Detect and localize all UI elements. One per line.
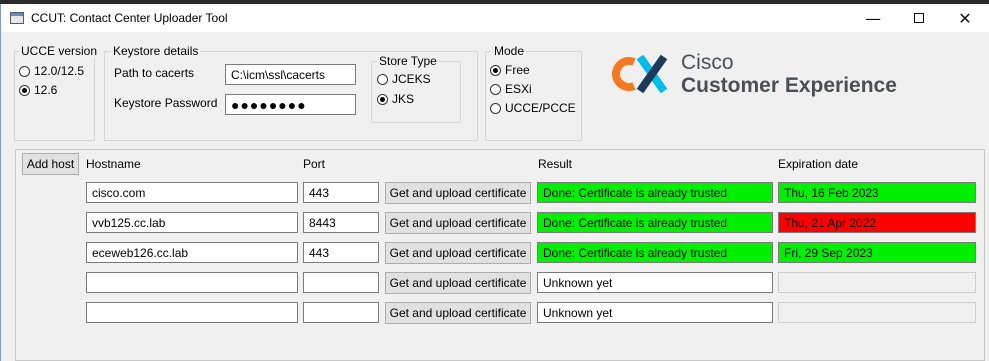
- port-input[interactable]: 443: [303, 182, 379, 203]
- radio-icon: [19, 65, 30, 77]
- minimize-button[interactable]: —: [850, 4, 896, 32]
- get-upload-certificate-button[interactable]: Get and upload certificate: [385, 242, 531, 264]
- ucce-version-option-0[interactable]: 12.0/12.5: [19, 64, 84, 78]
- radio-icon: [377, 73, 388, 85]
- radio-icon: [490, 102, 501, 114]
- get-upload-certificate-button[interactable]: Get and upload certificate: [385, 182, 531, 204]
- keystore-legend: Keystore details: [111, 44, 201, 58]
- radio-label: 12.6: [34, 83, 58, 97]
- radio-label: JKS: [392, 92, 415, 106]
- mode-option-free[interactable]: Free: [490, 63, 530, 77]
- logo-text-customer-experience: Customer Experience: [681, 74, 897, 97]
- result-field: Done: Certificate is already trusted: [537, 182, 773, 203]
- result-field: Unknown yet: [537, 302, 773, 323]
- hostname-input[interactable]: cisco.com: [86, 182, 298, 203]
- radio-checked-icon: [19, 84, 30, 96]
- mode-option-esxi[interactable]: ESXi: [490, 82, 532, 96]
- radio-checked-icon: [377, 93, 388, 105]
- radio-icon: [490, 83, 501, 95]
- get-upload-certificate-button[interactable]: Get and upload certificate: [385, 272, 531, 294]
- keystore-password-input[interactable]: ●●●●●●●●: [225, 94, 356, 115]
- header-hostname: Hostname: [86, 157, 141, 171]
- ucce-version-option-1[interactable]: 12.6: [19, 83, 57, 97]
- get-upload-certificate-button[interactable]: Get and upload certificate: [385, 212, 531, 234]
- header-port: Port: [303, 157, 326, 171]
- logo-text-cisco: Cisco: [681, 51, 734, 74]
- keystore-password-label: Keystore Password: [114, 96, 218, 110]
- port-input[interactable]: [303, 302, 379, 323]
- title-bar: CCUT: Contact Center Uploader Tool — ✕: [1, 4, 989, 32]
- hostname-input[interactable]: [86, 302, 298, 323]
- app-window: CCUT: Contact Center Uploader Tool — ✕ U…: [0, 4, 989, 361]
- port-input[interactable]: 8443: [303, 212, 379, 233]
- radio-label: ESXi: [505, 82, 532, 96]
- close-icon: ✕: [958, 8, 972, 28]
- result-field: Unknown yet: [537, 272, 773, 293]
- header-expiration: Expiration date: [778, 157, 859, 171]
- expiration-field: Thu, 21 Apr 2022: [778, 212, 976, 233]
- window-title: CCUT: Contact Center Uploader Tool: [31, 11, 228, 25]
- hostname-input[interactable]: [86, 272, 298, 293]
- store-type-option-jceks[interactable]: JCEKS: [377, 72, 431, 86]
- mode-option-ucce-pcce[interactable]: UCCE/PCCE: [490, 101, 576, 115]
- cacerts-path-label: Path to cacerts: [114, 66, 195, 80]
- close-button[interactable]: ✕: [942, 4, 988, 32]
- port-input[interactable]: 443: [303, 242, 379, 263]
- radio-checked-icon: [490, 64, 501, 76]
- hostname-input[interactable]: eceweb126.cc.lab: [86, 242, 298, 263]
- app-icon: [10, 12, 24, 24]
- get-upload-certificate-button[interactable]: Get and upload certificate: [385, 302, 531, 324]
- port-input[interactable]: [303, 272, 379, 293]
- store-type-option-jks[interactable]: JKS: [377, 92, 414, 106]
- mode-legend: Mode: [492, 44, 527, 58]
- radio-label: JCEKS: [392, 72, 431, 86]
- expiration-field: Fri, 29 Sep 2023: [778, 242, 976, 263]
- result-field: Done: Certificate is already trusted: [537, 212, 773, 233]
- radio-label: UCCE/PCCE: [505, 101, 576, 115]
- header-result: Result: [538, 157, 573, 171]
- maximize-button[interactable]: [896, 4, 942, 32]
- cacerts-path-input[interactable]: C:\icm\ssl\cacerts: [225, 64, 356, 85]
- store-type-legend: Store Type: [377, 54, 439, 68]
- expiration-field: [778, 272, 976, 293]
- radio-label: 12.0/12.5: [34, 64, 85, 78]
- result-field: Done: Certificate is already trusted: [537, 242, 773, 263]
- expiration-field: Thu, 16 Feb 2023: [778, 182, 976, 203]
- maximize-icon: [914, 13, 924, 23]
- minimize-icon: —: [865, 8, 881, 28]
- hostname-input[interactable]: vvb125.cc.lab: [86, 212, 298, 233]
- cisco-cx-logo-icon: [612, 54, 668, 94]
- ucce-version-legend: UCCE version: [19, 44, 100, 58]
- add-host-button[interactable]: Add host: [22, 153, 79, 175]
- expiration-field: [778, 302, 976, 323]
- radio-label: Free: [505, 63, 530, 77]
